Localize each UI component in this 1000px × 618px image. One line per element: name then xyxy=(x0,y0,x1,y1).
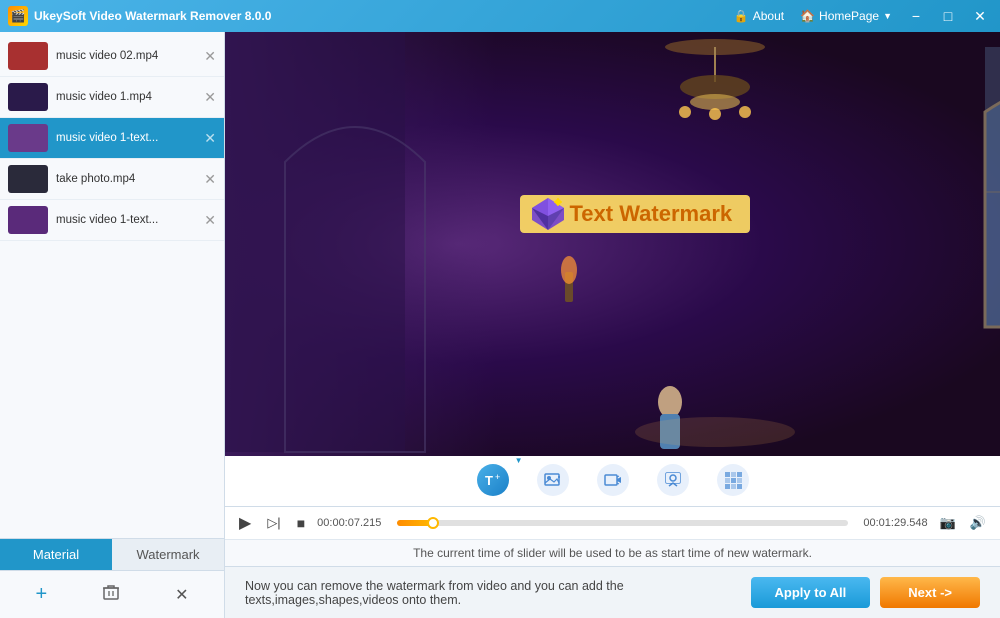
video-controls: ▶ ▷| ■ 00:00:07.215 00:01:29.548 📷 🔊 xyxy=(225,507,1000,539)
progress-knob[interactable] xyxy=(427,517,439,529)
list-item[interactable]: music video 1.mp4 ✕ xyxy=(0,77,224,118)
progress-bar[interactable] xyxy=(397,520,847,526)
file-thumbnail xyxy=(8,124,48,152)
file-thumbnail xyxy=(8,165,48,193)
file-thumbnail xyxy=(8,42,48,70)
next-button[interactable]: Next -> xyxy=(880,577,980,608)
remove-file-icon[interactable]: ✕ xyxy=(204,48,216,65)
home-icon: 🏠 xyxy=(800,9,815,23)
tab-material[interactable]: Material xyxy=(0,539,112,570)
time-current: 00:00:07.215 xyxy=(317,517,389,529)
list-item[interactable]: music video 1-text... ✕ xyxy=(0,200,224,241)
minimize-button[interactable]: − xyxy=(904,6,928,26)
homepage-nav[interactable]: 🏠 HomePage ▼ xyxy=(800,9,892,23)
tab-watermark[interactable]: Watermark xyxy=(112,539,224,570)
tabs-bar: Material Watermark xyxy=(0,538,224,570)
list-item[interactable]: take photo.mp4 ✕ xyxy=(0,159,224,200)
watermark-overlay[interactable]: Text Watermark xyxy=(520,195,751,233)
stop-button[interactable]: ■ xyxy=(293,513,309,533)
list-item[interactable]: music video 1-text... ✕ xyxy=(0,118,224,159)
cutout-tool[interactable] xyxy=(647,460,699,502)
gem-icon xyxy=(530,196,566,232)
file-name: music video 1-text... xyxy=(56,132,196,144)
window-controls: − □ ✕ xyxy=(904,6,992,26)
right-panel: Text Watermark T + xyxy=(225,32,1000,618)
video-background: Text Watermark xyxy=(225,32,1000,456)
file-thumbnail xyxy=(8,83,48,111)
app-title: UkeySoft Video Watermark Remover 8.0.0 xyxy=(34,9,734,23)
volume-button[interactable]: 🔊 xyxy=(966,513,990,533)
svg-text:+: + xyxy=(495,472,500,482)
file-name: take photo.mp4 xyxy=(56,173,196,185)
bottom-actions: Apply to All Next -> xyxy=(751,577,980,608)
remove-file-icon[interactable]: ✕ xyxy=(204,212,216,229)
add-image-tool[interactable] xyxy=(527,460,579,502)
main-layout: music video 02.mp4 ✕ music video 1.mp4 ✕… xyxy=(0,32,1000,618)
play-button[interactable]: ▶ xyxy=(235,511,255,535)
file-name: music video 02.mp4 xyxy=(56,50,196,62)
about-label: About xyxy=(753,9,784,23)
svg-text:T: T xyxy=(485,473,493,488)
list-item[interactable]: music video 02.mp4 ✕ xyxy=(0,36,224,77)
step-forward-button[interactable]: ▷| xyxy=(263,513,284,533)
add-text-tool[interactable]: T + xyxy=(467,460,519,502)
screenshot-button[interactable]: 📷 xyxy=(936,513,960,533)
maximize-button[interactable]: □ xyxy=(936,6,960,26)
file-name: music video 1.mp4 xyxy=(56,91,196,103)
apply-to-all-button[interactable]: Apply to All xyxy=(751,577,871,608)
sidebar: music video 02.mp4 ✕ music video 1.mp4 ✕… xyxy=(0,32,225,618)
cutout-tool-icon xyxy=(657,464,689,496)
image-tool-icon xyxy=(537,464,569,496)
remove-file-icon[interactable]: ✕ xyxy=(204,89,216,106)
app-icon: 🎬 xyxy=(8,6,28,26)
close-button[interactable]: ✕ xyxy=(968,6,992,26)
add-video-tool[interactable] xyxy=(587,460,639,502)
mosaic-tool[interactable] xyxy=(707,460,759,502)
watermark-text: Text Watermark xyxy=(570,201,733,227)
text-tool-icon: T + xyxy=(477,464,509,496)
lock-icon: 🔒 xyxy=(734,9,749,23)
delete-file-button[interactable] xyxy=(94,579,128,610)
remove-file-icon[interactable]: ✕ xyxy=(204,171,216,188)
nav-items: 🔒 About 🏠 HomePage ▼ xyxy=(734,9,892,23)
about-nav[interactable]: 🔒 About xyxy=(734,9,784,23)
dropdown-icon: ▼ xyxy=(883,11,892,21)
file-thumbnail xyxy=(8,206,48,234)
mosaic-tool-icon xyxy=(717,464,749,496)
file-name: music video 1-text... xyxy=(56,214,196,226)
time-hint-text: The current time of slider will be used … xyxy=(413,546,812,560)
sidebar-toolbar: + ✕ xyxy=(0,570,224,618)
watermark-tools: T + xyxy=(225,456,1000,507)
scene-decoration xyxy=(225,32,496,456)
bottom-bar: Now you can remove the watermark from vi… xyxy=(225,566,1000,618)
right-controls: 📷 🔊 xyxy=(936,513,990,533)
titlebar: 🎬 UkeySoft Video Watermark Remover 8.0.0… xyxy=(0,0,1000,32)
video-tool-icon xyxy=(597,464,629,496)
file-list: music video 02.mp4 ✕ music video 1.mp4 ✕… xyxy=(0,32,224,538)
time-hint-bar: The current time of slider will be used … xyxy=(225,539,1000,566)
remove-file-icon[interactable]: ✕ xyxy=(204,130,216,147)
add-file-button[interactable]: + xyxy=(27,579,55,610)
time-end: 00:01:29.548 xyxy=(856,517,928,529)
bottom-hint-text: Now you can remove the watermark from vi… xyxy=(245,579,751,607)
video-area: Text Watermark xyxy=(225,32,1000,456)
clear-list-button[interactable]: ✕ xyxy=(167,581,196,609)
homepage-label: HomePage xyxy=(819,9,879,23)
